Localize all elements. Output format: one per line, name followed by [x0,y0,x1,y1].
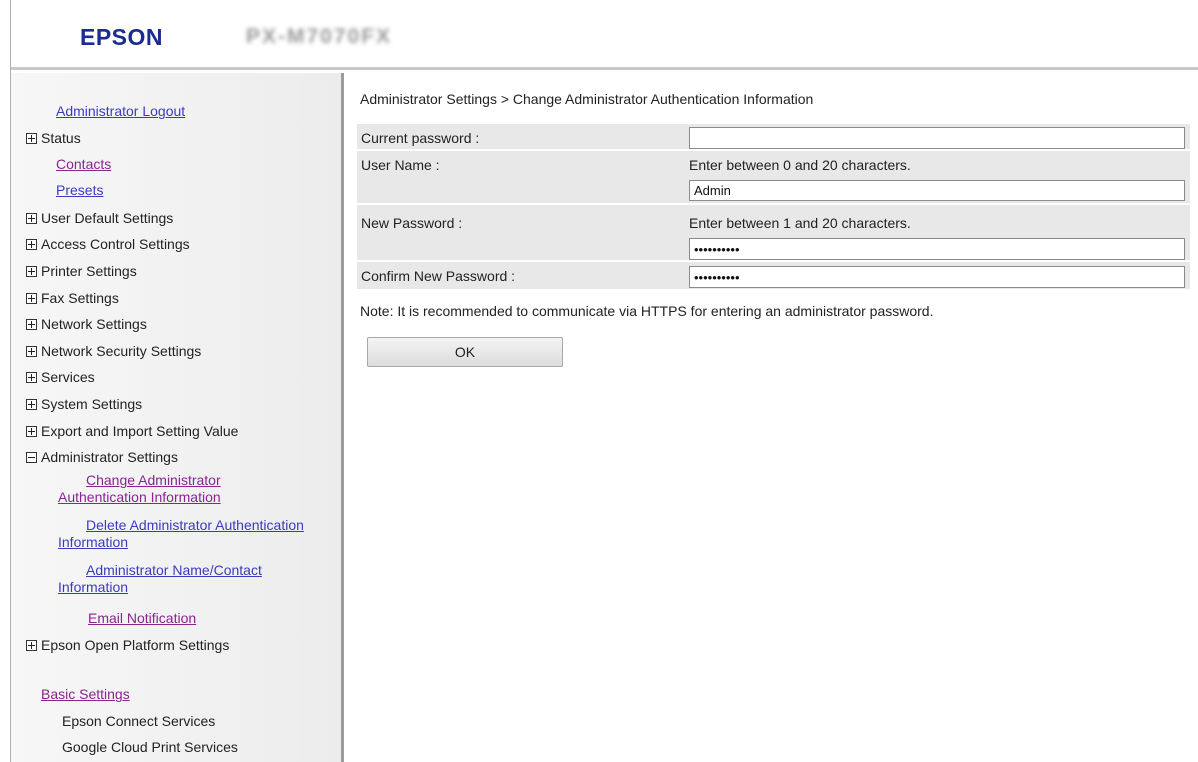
user-name-input[interactable] [689,180,1185,201]
new-password-hint: Enter between 1 and 20 characters. [689,215,911,231]
sidebar-item-admin-name-contact[interactable]: Administrator Name/Contact Information [58,562,298,596]
expand-plus-icon[interactable] [26,319,37,330]
https-note: Note: It is recommended to communicate v… [360,303,934,319]
sidebar-item-label: Services [41,369,95,385]
sidebar-item-fax-settings[interactable]: Fax Settings [26,290,119,307]
sidebar-item-delete-admin-auth[interactable]: Delete Administrator Authentication Info… [58,517,344,551]
expand-plus-icon[interactable] [26,372,37,383]
sidebar-item-email-notification[interactable]: Email Notification [88,610,196,627]
sidebar-item-label: Administrator Settings [41,449,178,465]
expand-plus-icon[interactable] [26,133,37,144]
ok-button[interactable]: OK [367,337,563,367]
sidebar-item-label: System Settings [41,396,143,412]
sidebar-item-administrator-logout[interactable]: Administrator Logout [56,103,185,120]
expand-plus-icon[interactable] [26,266,37,277]
new-password-input[interactable] [689,238,1185,260]
user-name-row: User Name : Enter between 0 and 20 chara… [357,151,1190,205]
sidebar-item-label: User Default Settings [41,210,174,226]
expand-plus-icon[interactable] [26,640,37,651]
main-content: Administrator Settings > Change Administ… [347,73,1198,762]
sidebar-item-label: Network Security Settings [41,343,202,359]
user-name-label: User Name : [361,157,440,173]
epson-logo: EPSON [80,24,164,50]
confirm-password-row: Confirm New Password : [357,262,1190,291]
sidebar-item-network-security-settings[interactable]: Network Security Settings [26,343,201,360]
expand-plus-icon[interactable] [26,213,37,224]
user-name-hint: Enter between 0 and 20 characters. [689,157,911,173]
page-header: EPSON PX-M7070FX [10,0,1198,70]
sidebar-item-system-settings[interactable]: System Settings [26,396,142,413]
sidebar-item-label: Export and Import Setting Value [41,423,239,439]
expand-plus-icon[interactable] [26,426,37,437]
current-password-label: Current password : [361,130,480,146]
current-password-row: Current password : [357,124,1190,151]
sidebar-item-administrator-settings[interactable]: Administrator Settings [26,449,178,466]
sidebar-item-printer-settings[interactable]: Printer Settings [26,263,137,280]
confirm-password-label: Confirm New Password : [361,268,516,284]
sidebar-item-services[interactable]: Services [26,369,95,386]
sidebar-item-label: Printer Settings [41,263,137,279]
expand-plus-icon[interactable] [26,293,37,304]
sidebar-item-label: Fax Settings [41,290,119,306]
expand-plus-icon[interactable] [26,346,37,357]
sidebar-nav: Administrator Logout Status Contacts Pre… [11,73,344,762]
model-name: PX-M7070FX [246,25,393,48]
auth-form: Current password : User Name : Enter bet… [357,124,1190,291]
sidebar-item-epson-connect[interactable]: Epson Connect Services [62,713,215,730]
new-password-row: New Password : Enter between 1 and 20 ch… [357,205,1190,262]
new-password-label: New Password : [361,215,463,231]
sidebar-item-export-import[interactable]: Export and Import Setting Value [26,423,238,440]
sidebar-item-access-control-settings[interactable]: Access Control Settings [26,236,190,253]
sidebar-item-basic-settings[interactable]: Basic Settings [41,686,130,703]
sidebar-item-status[interactable]: Status [26,130,81,147]
sidebar-item-google-cloud-print[interactable]: Google Cloud Print Services [62,739,238,756]
sidebar-item-label: Network Settings [41,316,147,332]
current-password-input[interactable] [689,127,1185,149]
collapse-minus-icon[interactable] [26,452,37,463]
sidebar-item-label: Epson Open Platform Settings [41,637,230,653]
confirm-password-input[interactable] [689,266,1185,288]
sidebar-item-label: Status [41,130,81,146]
sidebar-item-presets[interactable]: Presets [56,182,103,199]
sidebar-item-contacts[interactable]: Contacts [56,156,111,173]
sidebar-item-epson-open-platform[interactable]: Epson Open Platform Settings [26,637,229,654]
sidebar-item-label: Access Control Settings [41,236,190,252]
breadcrumb: Administrator Settings > Change Administ… [360,91,814,107]
sidebar-item-network-settings[interactable]: Network Settings [26,316,147,333]
expand-plus-icon[interactable] [26,399,37,410]
sidebar-item-user-default-settings[interactable]: User Default Settings [26,210,173,227]
expand-plus-icon[interactable] [26,239,37,250]
sidebar-item-change-admin-auth[interactable]: Change Administrator Authentication Info… [58,472,298,506]
